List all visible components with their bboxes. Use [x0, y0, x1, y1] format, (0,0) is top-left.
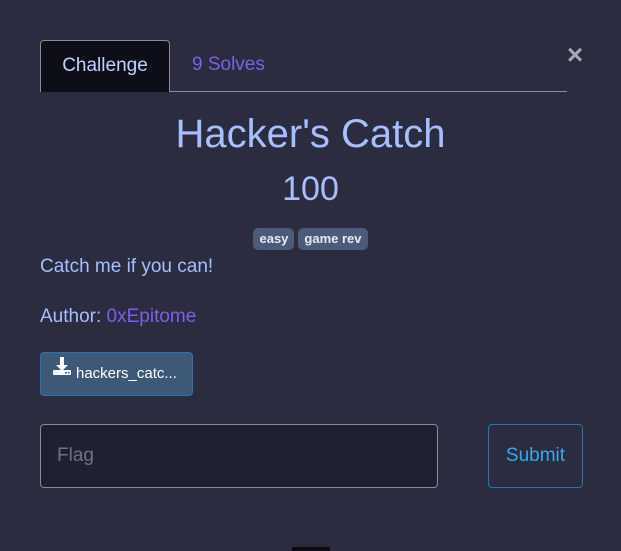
bottom-edge-mark: [292, 547, 330, 551]
author-link[interactable]: 0xEpitome: [107, 306, 197, 327]
challenge-tags: easy game rev: [0, 228, 621, 250]
close-icon[interactable]: ×: [564, 41, 586, 69]
submit-button[interactable]: Submit: [488, 424, 583, 488]
challenge-description: Catch me if you can!: [40, 256, 214, 277]
author-label: Author:: [40, 306, 107, 327]
flag-input[interactable]: [40, 424, 438, 488]
challenge-title: Hacker's Catch: [175, 112, 446, 156]
tab-challenge[interactable]: Challenge: [40, 40, 170, 92]
file-name: hackers_catc...: [76, 365, 177, 382]
challenge-author: Author: 0xEpitome: [40, 306, 196, 328]
download-file-button[interactable]: hackers_catc...: [40, 352, 193, 396]
tag-game-rev: game rev: [298, 228, 368, 250]
challenge-tabs: Challenge 9 Solves: [40, 40, 567, 92]
challenge-value: 100: [282, 170, 339, 208]
challenge-modal: × Challenge 9 Solves Hacker's Catch 100 …: [0, 0, 621, 551]
tab-solves[interactable]: 9 Solves: [192, 40, 265, 90]
tag-easy: easy: [253, 228, 295, 250]
download-icon: [52, 353, 72, 393]
